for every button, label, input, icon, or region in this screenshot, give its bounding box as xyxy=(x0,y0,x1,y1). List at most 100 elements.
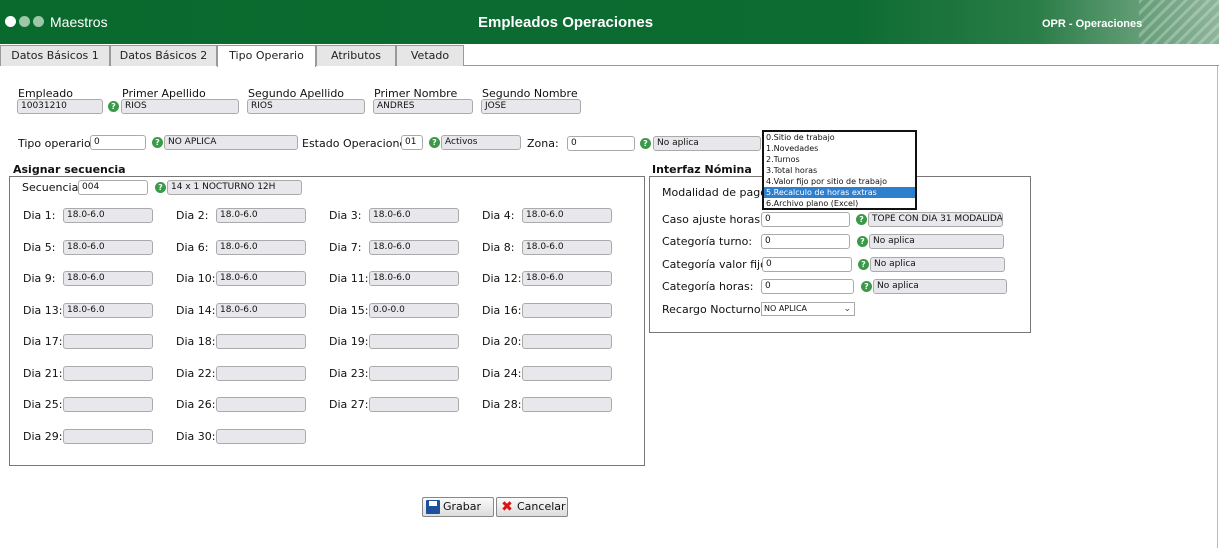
tab-datos-basicos-2[interactable]: Datos Básicos 2 xyxy=(110,45,217,66)
lookup-icon[interactable]: ? xyxy=(858,259,869,270)
modalidad-option[interactable]: 0.Sitio de trabajo xyxy=(764,132,915,143)
categoria-horas-label: Categoría horas: xyxy=(662,280,754,293)
empleado-field[interactable]: 10031210 xyxy=(17,99,103,114)
dia-field[interactable] xyxy=(369,366,459,381)
cancelar-button[interactable]: ✖ Cancelar xyxy=(496,497,568,517)
dia-field[interactable] xyxy=(216,366,306,381)
zona-field[interactable]: 0 xyxy=(567,136,635,151)
dia-field[interactable] xyxy=(369,334,459,349)
modalidad-option[interactable]: 1.Novedades xyxy=(764,143,915,154)
categoria-valor-fijo-label: Categoría valor fijo: xyxy=(662,258,771,271)
tab-tipo-operario[interactable]: Tipo Operario xyxy=(217,45,316,67)
lookup-icon[interactable]: ? xyxy=(856,214,867,225)
segundo-apellido-field[interactable]: RIOS xyxy=(247,99,365,114)
panel-border xyxy=(1217,66,1218,548)
grabar-button[interactable]: Grabar xyxy=(422,497,494,517)
dia-field[interactable] xyxy=(522,366,612,381)
dia-field[interactable]: 18.0-6.0 xyxy=(216,208,306,223)
dot-icon xyxy=(5,16,16,27)
recargo-nocturno-select[interactable]: NO APLICA ⌄ xyxy=(761,302,855,316)
modalidad-option[interactable]: 2.Turnos xyxy=(764,154,915,165)
categoria-valor-fijo-desc: No aplica xyxy=(870,257,1005,272)
dia-field[interactable] xyxy=(522,334,612,349)
dia-label: Dia 19: xyxy=(329,335,369,348)
dia-field[interactable]: 18.0-6.0 xyxy=(216,240,306,255)
dia-label: Dia 3: xyxy=(329,209,362,222)
dia-field[interactable]: 18.0-6.0 xyxy=(63,303,153,318)
dia-field[interactable] xyxy=(369,397,459,412)
save-icon xyxy=(426,500,440,514)
secuencia-field[interactable]: 004 xyxy=(78,180,148,195)
dia-label: Dia 7: xyxy=(329,241,362,254)
primer-apellido-field[interactable]: RIOS xyxy=(121,99,239,114)
categoria-horas-field[interactable]: 0 xyxy=(761,279,854,294)
dia-field[interactable]: 18.0-6.0 xyxy=(63,240,153,255)
lookup-icon[interactable]: ? xyxy=(152,137,163,148)
dia-label: Dia 10: xyxy=(176,272,216,285)
dia-field[interactable]: 18.0-6.0 xyxy=(522,208,612,223)
dia-field[interactable]: 18.0-6.0 xyxy=(216,303,306,318)
estado-operaciones-field[interactable]: 01 xyxy=(401,135,423,150)
secuencia-desc: 14 x 1 NOCTURNO 12H xyxy=(167,180,302,195)
tab-datos-basicos-1[interactable]: Datos Básicos 1 xyxy=(0,45,110,66)
dia-label: Dia 11: xyxy=(329,272,369,285)
primer-nombre-field[interactable]: ANDRES xyxy=(373,99,473,114)
tipo-operario-field[interactable]: 0 xyxy=(90,135,146,150)
categoria-turno-desc: No aplica xyxy=(869,234,1004,249)
dia-field[interactable] xyxy=(63,334,153,349)
dia-field[interactable] xyxy=(522,397,612,412)
dia-field[interactable]: 18.0-6.0 xyxy=(63,208,153,223)
dia-field[interactable] xyxy=(522,303,612,318)
categoria-horas-desc: No aplica xyxy=(873,279,1007,294)
modalidad-option-selected[interactable]: 5.Recalculo de horas extras xyxy=(764,187,915,198)
modalidad-option[interactable]: 6.Archivo plano (Excel) xyxy=(764,198,915,209)
dia-field[interactable] xyxy=(216,334,306,349)
dia-label: Dia 28: xyxy=(482,398,522,411)
page-title: Empleados Operaciones xyxy=(478,14,654,31)
tab-vetado[interactable]: Vetado xyxy=(396,45,464,66)
dia-field[interactable]: 18.0-6.0 xyxy=(63,271,153,286)
dia-field[interactable]: 18.0-6.0 xyxy=(522,240,612,255)
dia-field[interactable]: 18.0-6.0 xyxy=(216,271,306,286)
zona-label: Zona: xyxy=(527,137,559,150)
secuencia-label: Secuencia: xyxy=(22,181,83,194)
dot-icon xyxy=(19,16,30,27)
caso-ajuste-field[interactable]: 0 xyxy=(761,212,850,227)
dia-field[interactable] xyxy=(216,429,306,444)
dia-field[interactable]: 0.0-0.0 xyxy=(369,303,459,318)
estado-operaciones-label: Estado Operaciones: xyxy=(302,137,416,150)
dia-field[interactable] xyxy=(63,366,153,381)
segundo-nombre-field[interactable]: JOSE xyxy=(481,99,581,114)
tab-bar: Datos Básicos 1 Datos Básicos 2 Tipo Ope… xyxy=(0,45,1219,67)
dia-field[interactable]: 18.0-6.0 xyxy=(522,271,612,286)
interfaz-nomina-title: Interfaz Nómina xyxy=(652,163,752,176)
dia-field[interactable]: 18.0-6.0 xyxy=(369,208,459,223)
dia-field[interactable] xyxy=(216,397,306,412)
dia-label: Dia 29: xyxy=(23,430,63,443)
dia-field[interactable]: 18.0-6.0 xyxy=(369,271,459,286)
modalidad-pago-listbox[interactable]: 0.Sitio de trabajo 1.Novedades 2.Turnos … xyxy=(762,130,917,210)
lookup-icon[interactable]: ? xyxy=(429,137,440,148)
dia-field[interactable]: 18.0-6.0 xyxy=(369,240,459,255)
lookup-icon[interactable]: ? xyxy=(155,182,166,193)
modalidad-pago-label: Modalidad de pago: xyxy=(662,186,771,199)
window-dots xyxy=(5,16,44,27)
modalidad-option[interactable]: 3.Total horas xyxy=(764,165,915,176)
lookup-icon[interactable]: ? xyxy=(861,281,872,292)
categoria-valor-fijo-field[interactable]: 0 xyxy=(762,257,852,272)
dia-label: Dia 12: xyxy=(482,272,522,285)
dia-label: Dia 16: xyxy=(482,304,522,317)
dia-field[interactable] xyxy=(63,429,153,444)
modalidad-option[interactable]: 4.Valor fijo por sitio de trabajo xyxy=(764,176,915,187)
dia-label: Dia 14: xyxy=(176,304,216,317)
tab-atributos[interactable]: Atributos xyxy=(316,45,396,66)
lookup-icon[interactable]: ? xyxy=(857,236,868,247)
dia-field[interactable] xyxy=(63,397,153,412)
lookup-icon[interactable]: ? xyxy=(640,138,651,149)
categoria-turno-field[interactable]: 0 xyxy=(761,234,850,249)
dia-label: Dia 1: xyxy=(23,209,56,222)
recargo-nocturno-value: NO APLICA xyxy=(764,304,807,313)
lookup-icon[interactable]: ? xyxy=(108,101,119,112)
dia-label: Dia 26: xyxy=(176,398,216,411)
header-decoration xyxy=(1139,0,1219,44)
